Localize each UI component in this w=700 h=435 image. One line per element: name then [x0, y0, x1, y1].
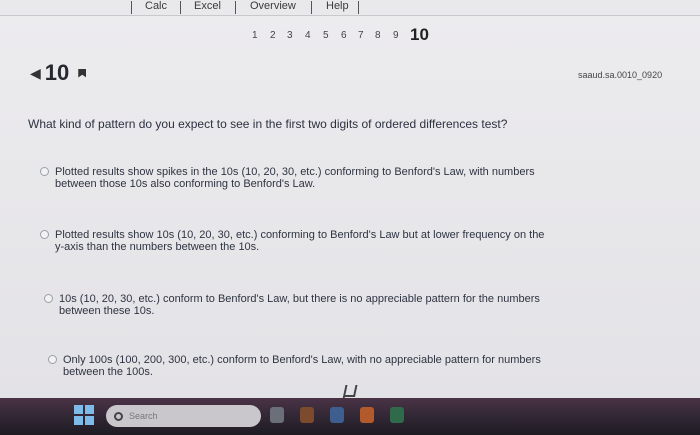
- taskbar-app-icon[interactable]: [270, 407, 284, 423]
- menu-separator: [131, 1, 132, 14]
- question-nav-6[interactable]: 6: [341, 30, 347, 41]
- assignment-page: 1 2 3 4 5 6 7 8 9 10 ◀ 10 saaud.sa.0010_…: [0, 16, 700, 399]
- option-text: Plotted results show 10s (10, 20, 30, et…: [55, 229, 545, 253]
- taskbar-app-icon[interactable]: [300, 407, 314, 423]
- option-text: 10s (10, 20, 30, etc.) conform to Benfor…: [59, 293, 540, 317]
- bookmark-flag-icon[interactable]: [78, 68, 87, 78]
- question-id: saaud.sa.0010_0920: [578, 70, 663, 80]
- answer-option-1[interactable]: Plotted results show spikes in the 10s (…: [40, 166, 555, 190]
- question-header: ◀ 10: [30, 60, 87, 86]
- menu-separator: [358, 1, 359, 14]
- taskbar-app-icon[interactable]: [330, 407, 344, 423]
- menu-separator: [180, 1, 181, 14]
- radio-button[interactable]: [48, 355, 57, 364]
- question-nav-5[interactable]: 5: [323, 30, 329, 41]
- option-text: Plotted results show spikes in the 10s (…: [55, 166, 535, 190]
- question-nav-current[interactable]: 10: [410, 25, 429, 45]
- answer-option-4[interactable]: Only 100s (100, 200, 300, etc.) conform …: [48, 354, 563, 378]
- answer-option-2[interactable]: Plotted results show 10s (10, 20, 30, et…: [40, 229, 555, 253]
- menu-item-overview[interactable]: Overview: [250, 0, 296, 12]
- question-number: 10: [44, 60, 70, 85]
- menu-separator: [311, 1, 312, 14]
- mouse-cursor-icon: [342, 385, 358, 399]
- windows-start-icon[interactable]: [74, 405, 94, 425]
- menu-item-calc[interactable]: Calc: [145, 0, 167, 12]
- top-menu-bar: Calc Excel Overview Help: [0, 0, 700, 16]
- question-prompt: What kind of pattern do you expect to se…: [28, 117, 508, 131]
- menu-separator: [235, 1, 236, 14]
- question-nav-1[interactable]: 1: [252, 30, 258, 41]
- question-nav-9[interactable]: 9: [393, 30, 399, 41]
- previous-question-icon[interactable]: ◀: [30, 65, 41, 82]
- taskbar-search-input[interactable]: Search: [106, 405, 261, 427]
- question-nav-2[interactable]: 2: [270, 30, 276, 41]
- taskbar-app-icon[interactable]: [390, 407, 404, 423]
- radio-button[interactable]: [44, 294, 53, 303]
- question-nav-3[interactable]: 3: [287, 30, 293, 41]
- menu-item-excel[interactable]: Excel: [194, 0, 221, 12]
- search-icon: [114, 411, 123, 421]
- option-text: Only 100s (100, 200, 300, etc.) conform …: [63, 354, 541, 378]
- radio-button[interactable]: [40, 167, 49, 176]
- answer-option-3[interactable]: 10s (10, 20, 30, etc.) conform to Benfor…: [44, 293, 559, 317]
- menu-item-help[interactable]: Help: [326, 0, 349, 12]
- question-nav-4[interactable]: 4: [305, 30, 311, 41]
- taskbar-app-icon[interactable]: [360, 407, 374, 423]
- search-placeholder: Search: [129, 411, 158, 421]
- radio-button[interactable]: [40, 230, 49, 239]
- question-nav-8[interactable]: 8: [375, 30, 381, 41]
- os-taskbar: Search: [0, 398, 700, 435]
- question-nav-7[interactable]: 7: [358, 30, 364, 41]
